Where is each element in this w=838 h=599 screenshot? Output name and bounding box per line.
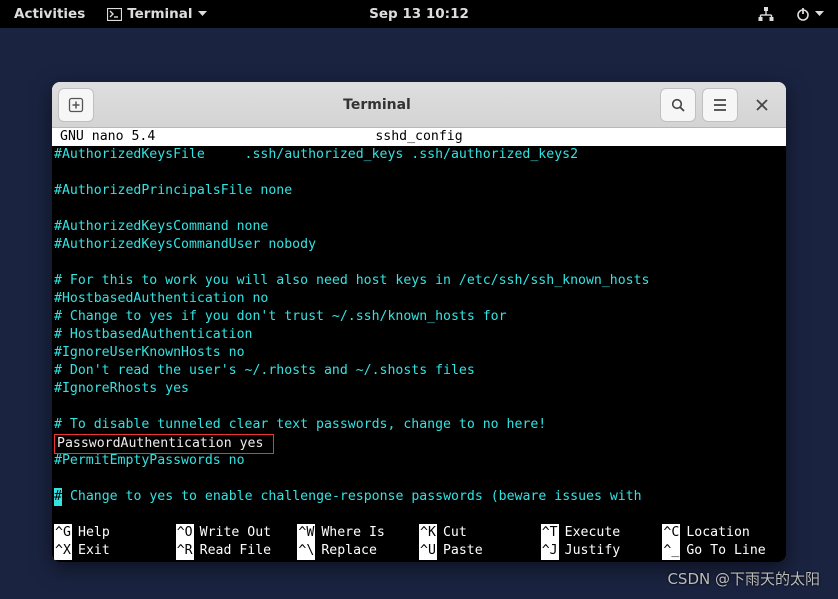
highlighted-config-line: PasswordAuthentication yes bbox=[54, 434, 274, 454]
editor-line: #IgnoreUserKnownHosts no bbox=[54, 344, 784, 362]
nano-header: GNU nano 5.4 sshd_config bbox=[52, 128, 786, 146]
shortcut-label: Go To Line bbox=[686, 542, 765, 560]
shortcut-label: Location bbox=[686, 524, 750, 542]
editor-line: #HostbasedAuthentication no bbox=[54, 290, 784, 308]
nano-shortcut[interactable]: ^U Paste bbox=[419, 542, 541, 560]
editor-line: #AuthorizedKeysCommandUser nobody bbox=[54, 236, 784, 254]
current-app-label: Terminal bbox=[127, 6, 192, 22]
shortcut-label: Where Is bbox=[321, 524, 385, 542]
shortcut-key: ^T bbox=[541, 524, 559, 542]
clock[interactable]: Sep 13 10:12 bbox=[369, 6, 469, 22]
power-menu[interactable] bbox=[796, 7, 824, 21]
current-app-menu[interactable]: Terminal bbox=[107, 6, 206, 22]
nano-version: GNU nano 5.4 bbox=[54, 128, 155, 146]
nano-shortcut[interactable]: ^J Justify bbox=[541, 542, 663, 560]
chevron-down-icon bbox=[198, 11, 207, 17]
shortcut-key: ^O bbox=[176, 524, 194, 542]
shortcut-key: ^J bbox=[541, 542, 559, 560]
editor-line: #AuthorizedPrincipalsFile none bbox=[54, 182, 784, 200]
gnome-top-bar: Activities Terminal Sep 13 10:12 bbox=[0, 0, 838, 28]
shortcut-label: Execute bbox=[565, 524, 621, 542]
editor-line: # HostbasedAuthentication bbox=[54, 326, 784, 344]
nano-shortcut[interactable]: ^G Help bbox=[54, 524, 176, 542]
close-button[interactable] bbox=[744, 88, 780, 122]
shortcut-key: ^W bbox=[297, 524, 315, 542]
nano-shortcut[interactable]: ^C Location bbox=[662, 524, 784, 542]
editor-content[interactable]: #AuthorizedKeysFile .ssh/authorized_keys… bbox=[52, 146, 786, 524]
shortcut-key: ^_ bbox=[662, 542, 680, 560]
shortcut-key: ^\ bbox=[297, 542, 315, 560]
desktop: Terminal bbox=[0, 28, 838, 599]
nano-shortcut[interactable]: ^K Cut bbox=[419, 524, 541, 542]
terminal-body[interactable]: GNU nano 5.4 sshd_config #AuthorizedKeys… bbox=[52, 128, 786, 562]
editor-line bbox=[54, 254, 784, 272]
nano-shortcut[interactable]: ^X Exit bbox=[54, 542, 176, 560]
nano-shortcut[interactable]: ^\ Replace bbox=[297, 542, 419, 560]
new-tab-button[interactable] bbox=[58, 88, 94, 122]
chevron-down-icon bbox=[815, 11, 824, 17]
search-icon bbox=[670, 97, 686, 113]
network-icon[interactable] bbox=[758, 7, 774, 21]
editor-line: # Change to yes if you don't trust ~/.ss… bbox=[54, 308, 784, 326]
shortcut-key: ^R bbox=[176, 542, 194, 560]
editor-line bbox=[54, 470, 784, 488]
nano-shortcut[interactable]: ^O Write Out bbox=[176, 524, 298, 542]
activities-button[interactable]: Activities bbox=[14, 6, 85, 22]
watermark: CSDN @下雨天的太阳 bbox=[667, 568, 820, 589]
shortcut-key: ^K bbox=[419, 524, 437, 542]
power-icon bbox=[796, 7, 810, 21]
editor-line: #IgnoreRhosts yes bbox=[54, 380, 784, 398]
shortcut-label: Write Out bbox=[200, 524, 271, 542]
hamburger-menu-button[interactable] bbox=[702, 88, 738, 122]
nano-shortcut[interactable]: ^W Where Is bbox=[297, 524, 419, 542]
window-title: Terminal bbox=[100, 97, 654, 113]
new-tab-icon bbox=[68, 97, 84, 113]
shortcut-label: Help bbox=[78, 524, 110, 542]
shortcut-key: ^G bbox=[54, 524, 72, 542]
editor-line bbox=[54, 164, 784, 182]
nano-shortcut[interactable]: ^R Read File bbox=[176, 542, 298, 560]
nano-shortcut-bar: ^G Help ^O Write Out ^W Where Is ^K Cut ^T Execut… bbox=[52, 524, 786, 562]
editor-line bbox=[54, 506, 784, 524]
shortcut-label: Paste bbox=[443, 542, 483, 560]
cursor: # bbox=[54, 488, 62, 506]
editor-line bbox=[54, 398, 784, 416]
editor-line: PasswordAuthentication yes bbox=[54, 434, 784, 452]
editor-line: #PermitEmptyPasswords no bbox=[54, 452, 784, 470]
shortcut-label: Exit bbox=[78, 542, 110, 560]
terminal-window: Terminal bbox=[52, 82, 786, 562]
nano-shortcut[interactable]: ^_ Go To Line bbox=[662, 542, 784, 560]
close-icon bbox=[755, 98, 769, 112]
shortcut-label: Cut bbox=[443, 524, 467, 542]
editor-line: #AuthorizedKeysFile .ssh/authorized_keys… bbox=[54, 146, 784, 164]
editor-line: # Don't read the user's ~/.rhosts and ~/… bbox=[54, 362, 784, 380]
nano-shortcut[interactable]: ^T Execute bbox=[541, 524, 663, 542]
editor-line: # To disable tunneled clear text passwor… bbox=[54, 416, 784, 434]
editor-line: # Change to yes to enable challenge-resp… bbox=[54, 488, 784, 506]
shortcut-key: ^U bbox=[419, 542, 437, 560]
editor-line bbox=[54, 200, 784, 218]
editor-line: #AuthorizedKeysCommand none bbox=[54, 218, 784, 236]
shortcut-key: ^X bbox=[54, 542, 72, 560]
nano-filename: sshd_config bbox=[375, 128, 462, 146]
shortcut-key: ^C bbox=[662, 524, 680, 542]
hamburger-icon bbox=[712, 98, 728, 112]
terminal-icon bbox=[107, 8, 122, 21]
editor-line: # For this to work you will also need ho… bbox=[54, 272, 784, 290]
search-button[interactable] bbox=[660, 88, 696, 122]
shortcut-label: Read File bbox=[200, 542, 271, 560]
shortcut-label: Replace bbox=[321, 542, 377, 560]
window-titlebar: Terminal bbox=[52, 82, 786, 128]
shortcut-label: Justify bbox=[565, 542, 621, 560]
